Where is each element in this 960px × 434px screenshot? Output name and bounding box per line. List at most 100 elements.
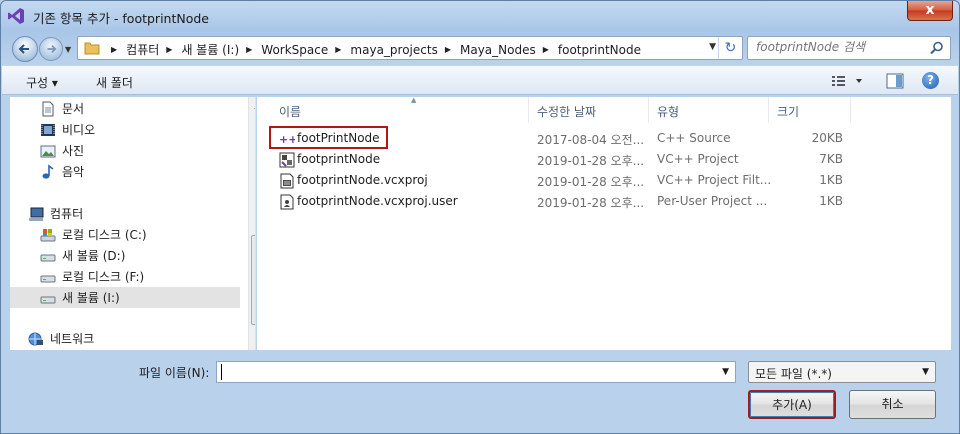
- filename-input[interactable]: [221, 364, 711, 380]
- sidebar-item-label: 새 볼륨 (I:): [62, 291, 120, 305]
- search-input[interactable]: [756, 40, 926, 54]
- sidebar-item-drive-f[interactable]: 로컬 디스크 (F:): [10, 266, 240, 287]
- breadcrumb-separator-icon[interactable]: ▶: [445, 45, 451, 54]
- breadcrumb-separator-icon[interactable]: ▶: [335, 45, 341, 54]
- sidebar-item-drive-d[interactable]: 새 볼륨 (D:): [10, 245, 240, 266]
- breadcrumb-separator-icon[interactable]: ▶: [166, 45, 172, 54]
- back-button[interactable]: [12, 36, 38, 62]
- folder-icon: [84, 42, 100, 55]
- preview-pane-icon[interactable]: [886, 73, 904, 89]
- sidebar-item-network[interactable]: 네트워크: [10, 328, 240, 349]
- file-type: VC++ Project: [657, 152, 739, 166]
- breadcrumb: ▶ 컴퓨터 ▶ 새 볼륨 (I:) ▶ WorkSpace ▶ maya_pro…: [104, 41, 641, 58]
- sidebar-item-label: 새 볼륨 (D:): [62, 249, 126, 263]
- breadcrumb-separator-icon[interactable]: ▶: [111, 45, 117, 54]
- breadcrumb-item[interactable]: WorkSpace: [261, 43, 328, 57]
- file-type-filter-value: 모든 파일 (*.*): [755, 367, 832, 381]
- column-header-type[interactable]: 유형: [649, 97, 769, 123]
- grip-icon: ≡: [255, 274, 256, 283]
- sidebar-item-music[interactable]: 음악: [10, 161, 240, 182]
- breadcrumb-separator-icon[interactable]: ▶: [246, 45, 252, 54]
- back-arrow-icon: [18, 44, 29, 54]
- breadcrumb-item[interactable]: 컴퓨터: [126, 41, 159, 58]
- recent-pages-chevron-icon[interactable]: ▼: [65, 45, 71, 54]
- drive-icon: [40, 275, 56, 282]
- filename-dropdown-chevron-icon[interactable]: ▼: [722, 367, 729, 377]
- file-type-filter-select[interactable]: 모든 파일 (*.*) ▼: [748, 361, 936, 383]
- file-date: 2019-01-28 오후...: [537, 175, 645, 189]
- breadcrumb-item[interactable]: 새 볼륨 (I:): [181, 41, 239, 58]
- sidebar-item-documents[interactable]: 문서: [10, 98, 240, 119]
- sidebar-item-label: 로컬 디스크 (C:): [62, 228, 147, 242]
- network-icon: [28, 332, 43, 345]
- file-date: 2019-01-28 오후...: [537, 154, 645, 168]
- vcxproj-icon: [279, 152, 295, 168]
- refresh-button[interactable]: ↻: [718, 37, 742, 59]
- column-header-name[interactable]: 이름 ▲: [271, 96, 529, 123]
- file-type: Per-User Project ...: [657, 194, 768, 208]
- sidebar-item-label: 로컬 디스크 (F:): [62, 270, 145, 284]
- picture-icon: [40, 145, 56, 157]
- sidebar-item-videos[interactable]: 비디오: [10, 119, 240, 140]
- add-existing-item-dialog: 기존 항목 추가 - footprintNode x ▼ ▶ 컴퓨터 ▶ 새 볼…: [0, 0, 960, 434]
- file-type: C++ Source: [657, 131, 731, 145]
- cancel-button[interactable]: 취소: [849, 390, 936, 419]
- sidebar-item-drive-c[interactable]: 로컬 디스크 (C:): [10, 224, 240, 245]
- filename-combobox[interactable]: ▼: [216, 361, 736, 383]
- navigation-scrollbar[interactable]: ▲ ≡: [248, 97, 256, 350]
- sidebar-item-drive-i[interactable]: 새 볼륨 (I:): [10, 287, 240, 308]
- sidebar-item-label: 문서: [62, 102, 85, 116]
- forward-button[interactable]: [39, 37, 63, 61]
- close-button[interactable]: x: [907, 1, 953, 21]
- file-date: 2017-08-04 오전...: [537, 133, 645, 147]
- search-box[interactable]: [747, 36, 951, 60]
- sidebar-item-label: 사진: [62, 144, 85, 158]
- breadcrumb-separator-icon[interactable]: ▶: [543, 45, 549, 54]
- breadcrumb-item[interactable]: footprintNode: [558, 43, 641, 57]
- sidebar-item-label: 네트워크: [50, 332, 95, 346]
- column-header-size[interactable]: 크기: [769, 97, 851, 123]
- search-icon[interactable]: [930, 41, 944, 55]
- change-view-icon[interactable]: [830, 73, 866, 89]
- address-history-chevron-icon[interactable]: ▼: [709, 42, 716, 52]
- sidebar-item-label: 비디오: [62, 123, 96, 137]
- file-size: 20KB: [811, 131, 843, 145]
- filename-label: 파일 이름(N):: [139, 366, 210, 380]
- help-button[interactable]: ?: [922, 72, 939, 89]
- music-icon: [42, 163, 54, 179]
- sidebar-item-pictures[interactable]: 사진: [10, 140, 240, 161]
- organize-menu-button[interactable]: 구성 ▾: [26, 74, 58, 91]
- command-bar: 구성 ▾ 새 폴더 ?: [2, 65, 958, 95]
- sidebar-item-label: 컴퓨터: [50, 207, 84, 221]
- highlight-annotation-box: [269, 126, 388, 149]
- breadcrumb-item[interactable]: maya_projects: [350, 43, 437, 57]
- file-row[interactable]: footprintNode.vcxproj 2019-01-28 오후... V…: [271, 170, 941, 191]
- system-drive-icon: [40, 228, 56, 241]
- breadcrumb-item[interactable]: Maya_Nodes: [460, 43, 536, 57]
- file-name: footprintNode.vcxproj: [297, 173, 428, 187]
- filter-dropdown-chevron-icon[interactable]: ▼: [922, 367, 929, 377]
- user-file-icon: [280, 194, 294, 210]
- new-folder-button[interactable]: 새 폴더: [96, 74, 133, 91]
- file-name: footprintNode.vcxproj.user: [297, 194, 458, 208]
- file-name: footprintNode: [297, 152, 381, 166]
- file-row[interactable]: footprintNode 2019-01-28 오후... VC++ Proj…: [271, 149, 941, 170]
- video-icon: [41, 123, 55, 136]
- forward-arrow-icon: [47, 44, 57, 54]
- file-date: 2019-01-28 오후...: [537, 196, 645, 210]
- visual-studio-icon: [8, 8, 24, 24]
- add-button[interactable]: 추가(A): [748, 390, 836, 419]
- file-size: 7KB: [819, 152, 843, 166]
- column-header-date[interactable]: 수정한 날짜: [529, 97, 649, 123]
- column-header-label: 이름: [279, 105, 302, 119]
- drive-icon: [40, 296, 56, 303]
- drive-icon: [40, 254, 56, 261]
- navigation-pane: 문서 비디오 사진 음악 컴퓨터 로컬 디스크 (C:) 새 볼륨 (D:) 로…: [10, 97, 256, 350]
- file-row[interactable]: footprintNode.vcxproj.user 2019-01-28 오후…: [271, 191, 941, 212]
- scrollbar-thumb[interactable]: ≡: [251, 235, 256, 325]
- file-size: 1KB: [819, 194, 843, 208]
- address-bar[interactable]: ▶ 컴퓨터 ▶ 새 볼륨 (I:) ▶ WorkSpace ▶ maya_pro…: [77, 36, 743, 60]
- scroll-up-arrow-icon[interactable]: ▲: [249, 97, 255, 114]
- filters-file-icon: [280, 173, 294, 189]
- sidebar-item-computer[interactable]: 컴퓨터: [10, 203, 240, 224]
